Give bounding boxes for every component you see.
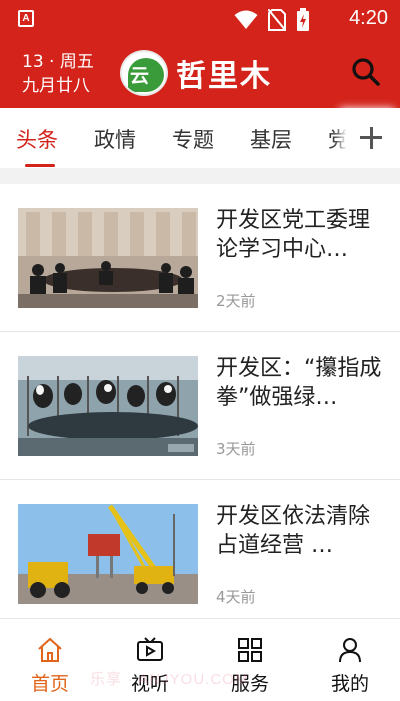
search-button[interactable] (350, 56, 382, 88)
user-icon (339, 638, 361, 663)
news-title: 开发区依法清除占道经营 … (216, 504, 371, 558)
date-weekday: 13 · 周五 (22, 52, 94, 72)
date-display: 13 · 周五 九月廿八 (22, 50, 102, 98)
tab-topics[interactable]: 专题 (172, 124, 214, 154)
app-logo: 云上 哲里木 (120, 50, 272, 96)
news-card[interactable]: 开发区党工委理论学习中心… 2天前 (0, 184, 400, 332)
add-channel-button[interactable] (346, 108, 400, 168)
tab-headlines[interactable]: 头条 (16, 124, 58, 154)
watermark: 乐享 · ANJYOU.COM (90, 671, 249, 688)
app-notification-icon: A (18, 10, 34, 27)
news-thumbnail (18, 356, 198, 456)
news-title: 开发区：“攥指成拳”做强绿… (216, 356, 382, 410)
nav-label: 我的 (330, 673, 369, 695)
news-time: 2天前 (216, 292, 256, 310)
nav-profile[interactable]: 我的 (300, 619, 400, 701)
news-thumbnail (18, 208, 198, 308)
app-header: 13 · 周五 九月廿八 云上 哲里木 (0, 38, 400, 108)
news-time: 3天前 (216, 440, 256, 458)
date-lunar: 九月廿八 (22, 76, 90, 96)
wifi-icon (234, 10, 258, 29)
logo-text: 哲里木 (176, 59, 272, 94)
status-bar: A 4:20 (0, 0, 400, 38)
search-icon (352, 58, 380, 86)
battery-icon (297, 8, 309, 31)
nav-label: 首页 (30, 673, 69, 695)
status-icons (234, 8, 310, 32)
active-tab-indicator (25, 164, 55, 167)
news-card[interactable]: 开发区依法清除占道经营 … 4天前 (0, 480, 400, 628)
channel-tabs: 头条 政情 专题 基层 党 (0, 108, 400, 168)
news-thumbnail (18, 504, 198, 604)
tv-icon (137, 637, 163, 661)
news-title: 开发区党工委理论学习中心… (216, 208, 371, 262)
nav-home[interactable]: 首页 (0, 619, 100, 701)
news-time: 4天前 (216, 588, 256, 606)
news-card[interactable]: 开发区：“攥指成拳”做强绿… 3天前 (0, 332, 400, 480)
clock: 4:20 (349, 7, 388, 29)
home-icon (38, 637, 62, 662)
logo-glyph: 云上 (130, 65, 150, 94)
logo-emblem: 云上 (120, 50, 168, 96)
tab-politics[interactable]: 政情 (94, 124, 136, 154)
section-divider (0, 168, 400, 184)
no-sim-icon (268, 9, 286, 31)
grid-icon (238, 638, 262, 662)
tab-grassroots[interactable]: 基层 (250, 124, 292, 154)
